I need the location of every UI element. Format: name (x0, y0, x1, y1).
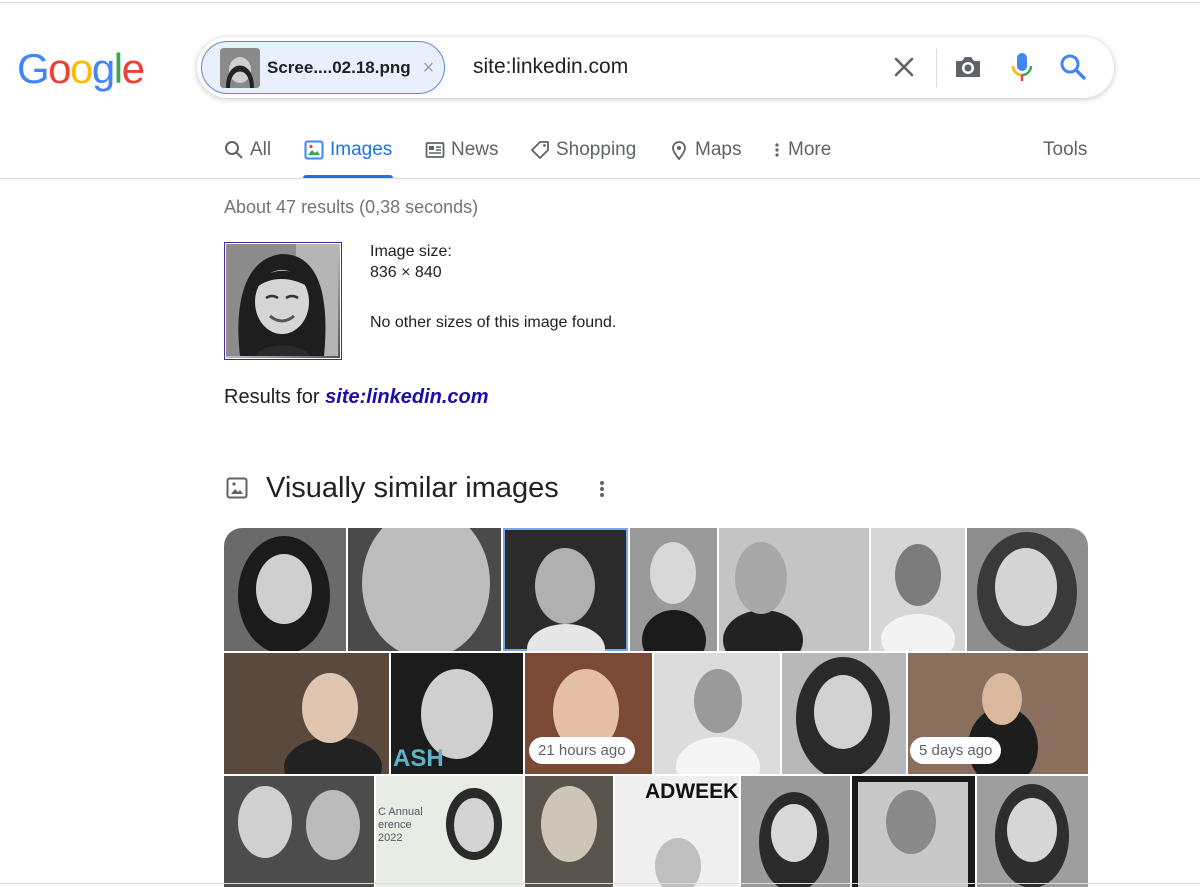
news-icon (425, 142, 445, 158)
image-size-label: Image size: (370, 243, 452, 260)
similar-images-heading: Visually similar images (266, 472, 559, 504)
top-divider (0, 2, 1200, 3)
similar-image[interactable] (224, 776, 374, 887)
tab-maps[interactable]: Maps (669, 138, 741, 162)
mic-icon[interactable] (1010, 51, 1034, 83)
tab-label: All (250, 139, 272, 160)
query-image-thumbnail[interactable] (224, 242, 342, 360)
similar-image[interactable] (224, 528, 346, 651)
tab-label: Shopping (556, 139, 637, 160)
similar-image[interactable] (348, 528, 501, 651)
chip-filename: Scree....02.18.png (267, 57, 411, 77)
results-for-prefix: Results for (224, 386, 320, 408)
search-tabs: All Images News Shopping Maps More Tools (0, 130, 1200, 178)
search-icon (225, 141, 243, 159)
similar-image[interactable] (977, 776, 1088, 887)
search-box[interactable]: Scree....02.18.png × site:linkedin.com (197, 37, 1114, 98)
image-size-value: 836 × 840 (370, 264, 442, 281)
logo-letter: l (113, 45, 123, 92)
similar-image[interactable] (719, 528, 869, 651)
search-divider (936, 49, 937, 87)
time-badge: 21 hours ago (529, 737, 635, 764)
tab-more[interactable]: More (772, 138, 831, 162)
tab-news[interactable]: News (425, 138, 499, 162)
results-for-link[interactable]: site:linkedin.com (325, 386, 488, 408)
similar-images-grid: ASH 21 hours ago 5 days ago C Annual eren… (224, 528, 1088, 887)
tab-label: Maps (695, 139, 742, 160)
google-logo[interactable]: Google (17, 45, 145, 92)
time-badge: 5 days ago (910, 737, 1002, 764)
tab-label: News (451, 139, 499, 160)
image-icon (304, 140, 324, 160)
tools-button[interactable]: Tools (1043, 138, 1087, 162)
query-image (226, 244, 340, 358)
tab-label: More (788, 139, 832, 160)
similar-image[interactable] (503, 528, 628, 651)
tabs-divider (0, 178, 1200, 179)
more-vert-icon[interactable] (595, 478, 609, 500)
tab-shopping[interactable]: Shopping (530, 138, 636, 162)
camera-icon[interactable] (953, 53, 983, 81)
tab-label: Images (330, 139, 393, 160)
search-query[interactable]: site:linkedin.com (473, 55, 628, 79)
logo-letter: e (121, 45, 145, 92)
tab-all[interactable]: All (224, 138, 271, 162)
similar-image[interactable]: 5 days ago (908, 653, 1088, 774)
similar-image[interactable] (967, 528, 1088, 651)
pin-icon (672, 141, 686, 160)
similar-image[interactable] (741, 776, 850, 887)
similar-image[interactable] (525, 776, 613, 887)
tag-icon (531, 141, 549, 159)
similar-image[interactable] (871, 528, 965, 651)
bottom-divider (0, 883, 1200, 884)
logo-letter: o (48, 45, 71, 92)
similar-image[interactable]: C Annual erence 2022 (376, 776, 523, 887)
similar-image[interactable] (654, 653, 780, 774)
logo-letter: G (17, 45, 50, 92)
logo-letter: o (70, 45, 93, 92)
similar-image[interactable]: 21 hours ago (525, 653, 652, 774)
close-icon[interactable] (890, 53, 918, 81)
no-other-sizes-text: No other sizes of this image found. (370, 314, 617, 331)
tools-label: Tools (1043, 139, 1088, 160)
similar-image[interactable]: ADWEEK (615, 776, 739, 887)
result-stats: About 47 results (0,38 seconds) (224, 197, 479, 217)
image-icon (226, 477, 248, 499)
chip-thumbnail (220, 47, 260, 88)
results-for: Results for site:linkedin.com (224, 386, 489, 409)
more-vert-icon (775, 143, 779, 157)
similar-image[interactable] (630, 528, 717, 651)
similar-image[interactable] (224, 653, 389, 774)
uploaded-image-chip[interactable]: Scree....02.18.png × (201, 41, 445, 94)
chip-close-icon[interactable]: × (423, 58, 435, 78)
similar-image[interactable] (782, 653, 906, 774)
tab-images[interactable]: Images (304, 138, 392, 162)
logo-letter: g (91, 45, 115, 92)
similar-image[interactable] (852, 776, 975, 887)
similar-image[interactable]: ASH (391, 653, 523, 774)
search-icon[interactable] (1058, 52, 1088, 82)
